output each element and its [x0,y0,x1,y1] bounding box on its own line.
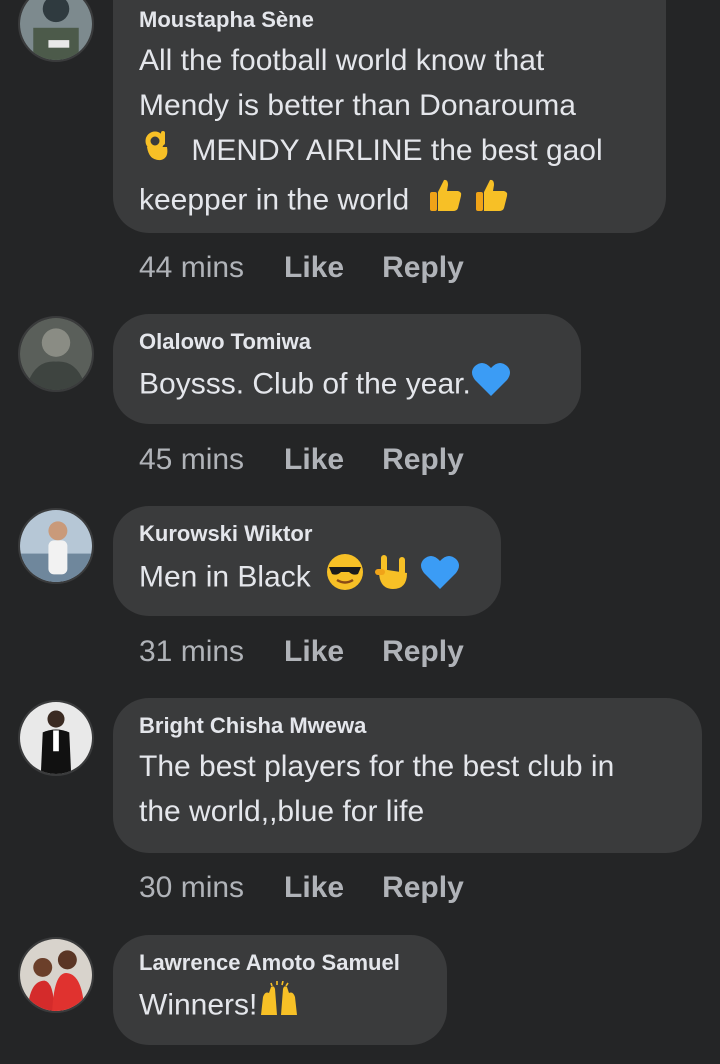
avatar[interactable] [18,316,94,392]
comment-bubble: Moustapha Sène All the football world kn… [113,0,666,233]
comment-text-line: Mendy is better than Donarouma [139,89,576,122]
blue-heart-emoji [471,360,511,411]
reply-button[interactable]: Reply [382,251,464,285]
comment-author[interactable]: Kurowski Wiktor [139,520,475,548]
comment-text: The best players for the best club in th… [139,744,676,834]
comment-timestamp[interactable]: 31 mins [139,635,244,669]
raising-hands-emoji [257,980,301,1032]
ok-hand-emoji [139,129,173,176]
comment-bubble: Kurowski Wiktor Men in Black [113,506,501,616]
like-button[interactable]: Like [284,871,344,905]
comment-bubble: Lawrence Amoto Samuel Winners! [113,935,447,1045]
avatar-photo [20,318,92,390]
avatar[interactable] [18,937,94,1013]
comment-meta: 45 mins Like Reply [139,440,464,480]
like-button[interactable]: Like [284,635,344,669]
like-button[interactable]: Like [284,443,344,477]
sign-of-horns-emoji [373,553,411,604]
comment-bubble: Olalowo Tomiwa Boysss. Club of the year. [113,314,581,424]
avatar-photo [20,510,92,582]
like-button[interactable]: Like [284,251,344,285]
comment-text-line: The best players for the best club in [139,750,615,783]
avatar-photo [20,0,92,60]
avatar[interactable] [18,700,94,776]
thumbs-up-emoji [472,176,510,227]
reply-button[interactable]: Reply [382,635,464,669]
avatar-photo [20,939,92,1011]
avatar-photo [20,702,92,774]
comment-timestamp[interactable]: 44 mins [139,251,244,285]
comment-meta: 30 mins Like Reply [139,868,464,908]
comment-text-line: Men in Black [139,560,311,594]
comment-text-line: the world,,blue for life [139,795,425,828]
avatar[interactable] [18,508,94,584]
comment-text: Winners! [139,980,421,1032]
comment-text: All the football world know that Mendy i… [139,38,640,227]
comment-meta: 31 mins Like Reply [139,632,464,672]
reply-button[interactable]: Reply [382,443,464,477]
comment-text-line: Boysss. Club of the year. [139,367,471,401]
avatar[interactable] [18,0,94,62]
comment-text-line: MENDY AIRLINE the best gaol [191,134,603,167]
comments-feed: Moustapha Sène All the football world kn… [0,0,720,1064]
comment-text-line: Winners! [139,988,258,1022]
sunglasses-face-emoji [325,552,365,605]
comment-timestamp[interactable]: 45 mins [139,443,244,477]
thumbs-up-emoji [426,176,464,227]
comment-text-line: keepper in the world [139,183,410,216]
blue-heart-emoji [420,553,460,604]
comment-author[interactable]: Moustapha Sène [139,6,640,34]
comment-text-line: All the football world know that [139,44,545,77]
comment-text: Men in Black [139,552,475,605]
comment-bubble: Bright Chisha Mwewa The best players for… [113,698,702,853]
comment-author[interactable]: Bright Chisha Mwewa [139,712,676,740]
comment-text: Boysss. Club of the year. [139,360,555,411]
comment-timestamp[interactable]: 30 mins [139,871,244,905]
reply-button[interactable]: Reply [382,871,464,905]
comment-author[interactable]: Lawrence Amoto Samuel [139,949,421,977]
comment-author[interactable]: Olalowo Tomiwa [139,328,555,356]
comment-meta: 44 mins Like Reply [139,248,464,288]
